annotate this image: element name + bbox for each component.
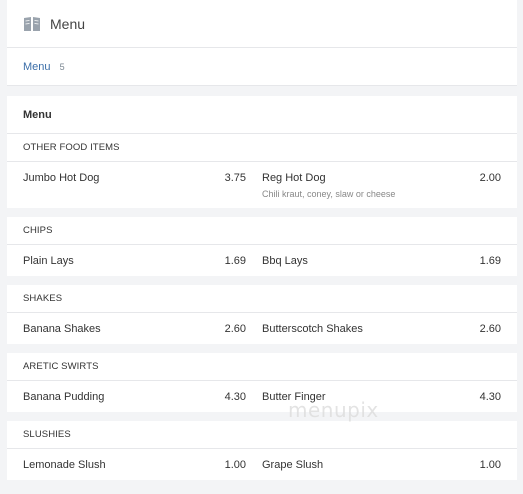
menu-item[interactable]: Butterscotch Shakes 2.60 (262, 323, 501, 335)
menu-tabs: Menu 5 (7, 48, 517, 86)
item-price: 4.30 (224, 391, 246, 403)
category-name: CHIPS (7, 217, 517, 245)
menu-row: Lemonade Slush 1.00 Grape Slush 1.00 (7, 449, 517, 480)
item-price: 3.75 (224, 172, 246, 184)
item-price: 1.00 (479, 459, 501, 471)
category-name: SHAKES (7, 285, 517, 313)
page-title: Menu (50, 15, 86, 32)
menu-item[interactable]: Reg Hot Dog Chili kraut, coney, slaw or … (262, 172, 501, 199)
menu-item[interactable]: Banana Shakes 2.60 (23, 323, 262, 335)
menu-item[interactable]: Lemonade Slush 1.00 (23, 459, 262, 471)
menu-item[interactable]: Grape Slush 1.00 (262, 459, 501, 471)
item-name: Jumbo Hot Dog (23, 172, 100, 184)
menu-item[interactable]: Bbq Lays 1.69 (262, 255, 501, 267)
tab-menu[interactable]: Menu 5 (23, 61, 65, 73)
menu-item[interactable]: Jumbo Hot Dog 3.75 (23, 172, 262, 199)
category-name: ARETIC SWIRTS (7, 353, 517, 381)
item-name: Grape Slush (262, 459, 324, 471)
category-name: SLUSHIES (7, 421, 517, 449)
menu-header: Menu (7, 0, 517, 48)
item-name: Banana Shakes (23, 323, 101, 335)
item-name: Lemonade Slush (23, 459, 106, 471)
item-price: 1.69 (224, 255, 246, 267)
tab-menu-count: 5 (59, 61, 65, 72)
category-group: OTHER FOOD ITEMS Jumbo Hot Dog 3.75 Reg … (7, 134, 517, 208)
item-name: Reg Hot Dog (262, 172, 326, 184)
menu-row: Banana Pudding 4.30 Butter Finger 4.30 (7, 381, 517, 412)
book-icon (23, 16, 41, 32)
item-price: 2.60 (479, 323, 501, 335)
menu-item[interactable]: Banana Pudding 4.30 (23, 391, 262, 403)
item-price: 2.00 (479, 172, 501, 184)
tab-menu-label: Menu (23, 60, 51, 73)
item-name: Bbq Lays (262, 255, 308, 267)
menu-row: Jumbo Hot Dog 3.75 Reg Hot Dog Chili kra… (7, 162, 517, 208)
item-price: 1.69 (479, 255, 501, 267)
menu-row: Plain Lays 1.69 Bbq Lays 1.69 (7, 245, 517, 276)
category-group: SLUSHIES Lemonade Slush 1.00 Grape Slush… (7, 421, 517, 480)
menu-panel: Menu Menu 5 Menu OTHER FOOD ITEMS Jumbo … (7, 0, 517, 494)
watermark: menupix (288, 398, 379, 422)
item-price: 1.00 (224, 459, 246, 471)
category-name: OTHER FOOD ITEMS (7, 134, 517, 162)
item-price: 4.30 (479, 391, 501, 403)
category-group: CHIPS Plain Lays 1.69 Bbq Lays 1.69 (7, 217, 517, 276)
menu-item[interactable]: Plain Lays 1.69 (23, 255, 262, 267)
section-header: Menu (7, 96, 517, 134)
category-group: SHAKES Banana Shakes 2.60 Butterscotch S… (7, 285, 517, 344)
item-price: 2.60 (224, 323, 246, 335)
item-name: Butterscotch Shakes (262, 323, 363, 335)
item-description: Chili kraut, coney, slaw or cheese (262, 189, 396, 199)
category-group: ARETIC SWIRTS Banana Pudding 4.30 Butter… (7, 353, 517, 412)
item-name: Banana Pudding (23, 391, 105, 403)
menu-row: Banana Shakes 2.60 Butterscotch Shakes 2… (7, 313, 517, 344)
item-name: Plain Lays (23, 255, 74, 267)
section-title: Menu (23, 108, 52, 121)
